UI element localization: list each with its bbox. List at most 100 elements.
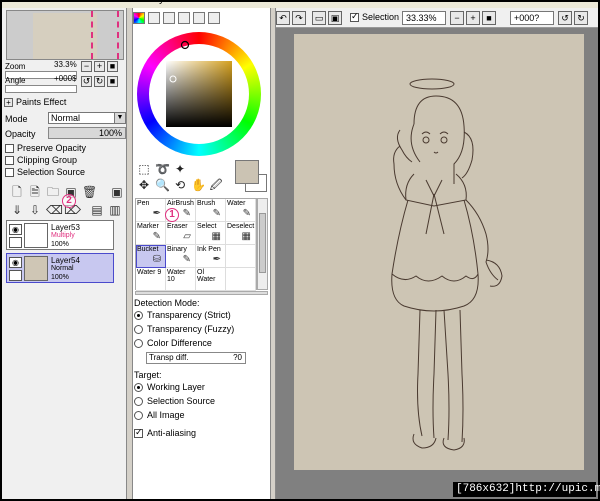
hand-icon[interactable]: ✋ <box>191 178 206 192</box>
color-wheel-tab[interactable] <box>133 12 145 24</box>
zoom-in-button[interactable]: + <box>466 11 480 25</box>
preserve-opacity-checkbox[interactable]: Preserve Opacity <box>5 143 86 153</box>
move-icon[interactable]: ✥ <box>137 178 151 192</box>
tool-slot[interactable] <box>226 268 256 291</box>
tool-slot[interactable]: Water 9 <box>136 268 166 291</box>
invert-selection-icon[interactable]: ▣ <box>328 11 342 25</box>
menu-item[interactable]: File <box>10 2 26 5</box>
checkbox[interactable] <box>5 143 14 153</box>
zoom-field[interactable]: 33.33% <box>402 11 446 25</box>
angle-field[interactable]: +000? <box>510 11 554 25</box>
color-wheel[interactable] <box>137 32 261 156</box>
zoom-reset-button[interactable]: ■ <box>107 61 118 72</box>
new-linework-layer-icon[interactable]: 🗎 <box>28 184 42 200</box>
menu-item[interactable]: Selection <box>196 2 237 5</box>
tool-slot[interactable]: Water ✎ <box>226 199 256 222</box>
foreground-color-swatch[interactable] <box>235 160 259 184</box>
rotate-reset-button[interactable]: ■ <box>107 76 118 87</box>
canvas-scrollbar[interactable] <box>590 34 598 470</box>
gradation-tab[interactable] <box>178 12 190 24</box>
radio-option[interactable]: Transparency (Fuzzy) <box>134 324 234 334</box>
pen-lock-icon[interactable] <box>9 270 22 281</box>
layer-item[interactable]: ◉ Layer54 Normal 100% <box>6 253 114 283</box>
layer-item[interactable]: ◉ Layer53 Multiply 100% <box>6 220 114 250</box>
tool-grid-scrollbar[interactable] <box>257 198 268 290</box>
tool-grid-hscrollbar[interactable] <box>135 291 268 295</box>
tool-slot[interactable]: Water 10 <box>166 268 196 291</box>
checkbox[interactable] <box>5 155 14 165</box>
transfer-down-icon[interactable]: ⇓ <box>10 202 24 218</box>
radio[interactable] <box>134 338 143 348</box>
zoom-in-button[interactable]: + <box>94 61 105 72</box>
swatches-tab[interactable] <box>193 12 205 24</box>
zoom-icon[interactable]: 🔍 <box>155 178 170 192</box>
redo-icon[interactable]: ↷ <box>292 11 306 25</box>
menu-item[interactable]: View <box>306 2 328 5</box>
layer-property-icon[interactable]: ▣ <box>110 184 124 200</box>
checkbox[interactable] <box>134 427 143 438</box>
rotate-left-button[interactable]: ↺ <box>558 11 572 25</box>
eyedropper-icon[interactable]: 🖉 <box>209 178 223 192</box>
blend-mode-select[interactable]: Normal ▼ <box>48 112 126 124</box>
menu-item[interactable]: Window <box>350 2 386 5</box>
selection-source-checkbox[interactable]: Selection Source <box>5 167 85 177</box>
selection-toggle[interactable]: Selection <box>350 11 399 22</box>
menu-item[interactable]: Others <box>410 2 440 5</box>
rotate-icon[interactable]: ⟲ <box>173 178 187 192</box>
tool-slot[interactable]: Pen ✒ <box>136 199 166 222</box>
erase-layer-icon[interactable]: ⌫ <box>46 202 63 218</box>
rotate-right-button[interactable]: ↻ <box>574 11 588 25</box>
magic-wand-icon[interactable]: ✦ <box>173 162 187 176</box>
undo-icon[interactable]: ↶ <box>276 11 290 25</box>
zoom-out-button[interactable]: − <box>450 11 464 25</box>
checkbox[interactable] <box>350 11 359 22</box>
drawing-canvas[interactable] <box>294 34 584 470</box>
merge-down-icon[interactable]: ⇩ <box>28 202 42 218</box>
marquee-icon[interactable]: ⬚ <box>137 162 151 176</box>
clipping-group-checkbox[interactable]: Clipping Group <box>5 155 77 165</box>
menu-item[interactable]: Edit <box>52 2 69 5</box>
paints-effect-header[interactable]: + Paints Effect <box>4 97 66 107</box>
scrollbar-thumb[interactable] <box>259 213 266 273</box>
delete-layer-icon[interactable]: 🗑 <box>82 184 97 200</box>
tool-slot[interactable]: Binary ✎ <box>166 245 196 268</box>
radio-option[interactable]: Working Layer <box>134 382 205 392</box>
merge-visible-icon[interactable]: ▤ <box>90 202 104 218</box>
rgb-slider-tab[interactable] <box>148 12 160 24</box>
rotate-right-button[interactable]: ↻ <box>94 76 105 87</box>
radio-option[interactable]: Selection Source <box>134 396 215 406</box>
new-folder-icon[interactable]: 🗀 <box>46 184 60 200</box>
lock-icon[interactable] <box>9 237 22 248</box>
tool-slot[interactable]: Brush ✎ <box>196 199 226 222</box>
tool-slot[interactable]: Ol Water <box>196 268 226 291</box>
checkbox[interactable] <box>5 167 14 177</box>
scratchpad-tab[interactable] <box>208 12 220 24</box>
tool-slot[interactable]: Marker ✎ <box>136 222 166 245</box>
radio[interactable] <box>134 382 143 392</box>
radio[interactable] <box>134 324 143 334</box>
radio-option[interactable]: Transparency (Strict) <box>134 310 231 320</box>
rotate-left-button[interactable]: ↺ <box>81 76 92 87</box>
tool-slot[interactable]: Deselect ▦ <box>226 222 256 245</box>
tool-slot[interactable]: Eraser ▱ <box>166 222 196 245</box>
opacity-slider[interactable]: 100% <box>48 127 126 139</box>
hsv-slider-tab[interactable] <box>163 12 175 24</box>
eye-icon[interactable]: ◉ <box>9 257 22 268</box>
radio-option[interactable]: All Image <box>134 410 185 420</box>
zoom-reset-button[interactable]: ■ <box>482 11 496 25</box>
tool-slot[interactable]: Select ▦ <box>196 222 226 245</box>
flatten-icon[interactable]: ▥ <box>108 202 122 218</box>
deselect-icon[interactable]: ▭ <box>312 11 326 25</box>
lasso-icon[interactable]: ➰ <box>155 162 170 176</box>
radio[interactable] <box>134 310 143 320</box>
menu-item[interactable]: Layer <box>148 2 173 5</box>
navigator-thumbnail[interactable] <box>6 10 124 60</box>
tool-slot[interactable]: Bucket ⛁ <box>136 245 166 268</box>
radio[interactable] <box>134 410 143 420</box>
zoom-out-button[interactable]: − <box>81 61 92 72</box>
menu-item[interactable]: Filter <box>258 2 280 5</box>
anti-aliasing-checkbox[interactable]: Anti-aliasing <box>134 427 196 438</box>
angle-slider[interactable] <box>5 85 77 93</box>
radio[interactable] <box>134 396 143 406</box>
menu-item[interactable]: Canvas <box>94 2 128 5</box>
